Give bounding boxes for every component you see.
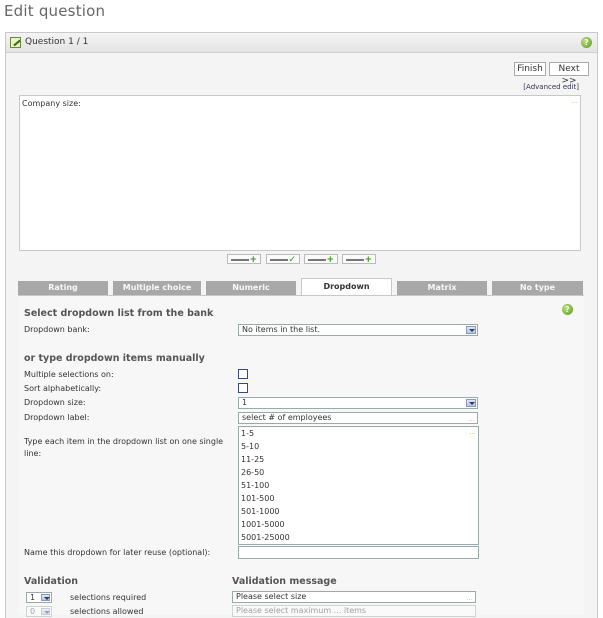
question-panel: Question 1 / 1 ? Finish Next >> [Advance…	[5, 32, 598, 618]
edit-icon	[10, 37, 21, 48]
help-icon[interactable]: ?	[562, 304, 573, 315]
help-icon[interactable]: ?	[581, 37, 592, 48]
selections-required-value: 1	[30, 593, 36, 602]
dropdown-bank-select[interactable]: No items in the list.	[238, 324, 478, 336]
required-message-value: Please select size	[236, 592, 307, 601]
multiple-selections-label: Multiple selections on:	[24, 370, 114, 379]
tab-no-type[interactable]: No type	[492, 281, 583, 295]
tab-numeric[interactable]: Numeric	[206, 281, 296, 295]
selections-allowed-select[interactable]: 0	[26, 606, 52, 617]
chevron-down-icon[interactable]	[466, 326, 476, 334]
sort-alphabetically-label: Sort alphabetically:	[24, 384, 102, 393]
tab-multiple-choice[interactable]: Multiple choice	[113, 281, 201, 295]
chevron-down-icon[interactable]	[41, 608, 50, 615]
list-item: 5-10	[241, 442, 260, 451]
panel-title: Question 1 / 1	[25, 37, 89, 47]
advanced-edit-link[interactable]: [Advanced edit]	[523, 83, 579, 91]
selections-allowed-value: 0	[30, 607, 36, 616]
panel-body: Finish Next >> [Advanced edit] Company s…	[6, 54, 597, 618]
tab-matrix[interactable]: Matrix	[397, 281, 487, 295]
validation-message-title: Validation message	[232, 576, 337, 587]
dropdown-size-select[interactable]: 1	[238, 397, 478, 409]
panel-header: Question 1 / 1 ?	[6, 33, 597, 53]
dropdown-label-value: select # of employees	[242, 413, 332, 422]
dropdown-size-value: 1	[242, 398, 248, 407]
manual-section-title: or type dropdown items manually	[24, 353, 205, 364]
dropdown-size-label: Dropdown size:	[24, 398, 86, 407]
list-item: 5001-25000	[241, 533, 290, 542]
dropdown-name-input[interactable]	[238, 546, 479, 559]
dropdown-bank-label: Dropdown bank:	[24, 325, 90, 334]
list-item: 501-1000	[241, 507, 280, 516]
chevron-down-icon[interactable]	[41, 594, 50, 601]
question-text-editor[interactable]: Company size: …	[19, 95, 581, 251]
dropdown-label-input[interactable]: select # of employees …	[238, 412, 478, 424]
dropdown-items-label: Type each item in the dropdown list on o…	[24, 437, 224, 458]
list-item: 51-100	[241, 481, 270, 490]
allowed-message-input[interactable]: Please select maximum ... items	[232, 605, 476, 617]
add-line-icon[interactable]: +	[227, 254, 261, 265]
selections-required-label: selections required	[70, 593, 147, 602]
dropdown-label-label: Dropdown label:	[24, 413, 90, 422]
required-message-input[interactable]: Please select size …	[232, 591, 476, 603]
dropdown-tab-content: ? Select dropdown list from the bank Dro…	[18, 295, 584, 617]
page-title: Edit question	[4, 2, 106, 20]
add-list-icon[interactable]: +	[304, 254, 338, 265]
multiple-selections-checkbox[interactable]	[238, 369, 248, 379]
list-item: 11-25	[241, 455, 265, 464]
question-text: Company size:	[22, 99, 81, 108]
resize-handle-icon[interactable]: …	[469, 428, 476, 436]
resize-handle-icon[interactable]: …	[571, 97, 578, 105]
validation-title: Validation	[24, 576, 79, 587]
dropdown-items-textarea[interactable]: … 1-5 5-10 11-25 26-50 51-100 101-500 50…	[238, 426, 479, 545]
finish-button[interactable]: Finish	[514, 62, 546, 76]
list-item: 26-50	[241, 468, 265, 477]
resize-handle-icon[interactable]: …	[466, 593, 473, 603]
allowed-message-value: Please select maximum ... items	[236, 606, 367, 615]
dropdown-name-label: Name this dropdown for later reuse (opti…	[24, 548, 211, 557]
list-item: 1001-5000	[241, 520, 285, 529]
selections-required-select[interactable]: 1	[26, 592, 52, 603]
sort-alphabetically-checkbox[interactable]	[238, 383, 248, 393]
tab-dropdown[interactable]: Dropdown	[301, 278, 392, 295]
dropdown-bank-value: No items in the list.	[242, 325, 321, 334]
resize-handle-icon[interactable]: …	[468, 414, 475, 424]
tab-rating[interactable]: Rating	[18, 281, 108, 295]
chevron-down-icon[interactable]	[466, 399, 476, 407]
question-type-tabs: Rating Multiple choice Numeric Dropdown …	[18, 278, 584, 295]
next-button[interactable]: Next >>	[549, 62, 589, 86]
bank-section-title: Select dropdown list from the bank	[24, 308, 214, 319]
list-item: 1-5	[241, 429, 255, 438]
add-image-icon[interactable]: +	[342, 254, 376, 265]
check-line-icon[interactable]: ✓	[266, 254, 300, 265]
selections-allowed-label: selections allowed	[70, 607, 144, 616]
list-item: 101-500	[241, 494, 275, 503]
